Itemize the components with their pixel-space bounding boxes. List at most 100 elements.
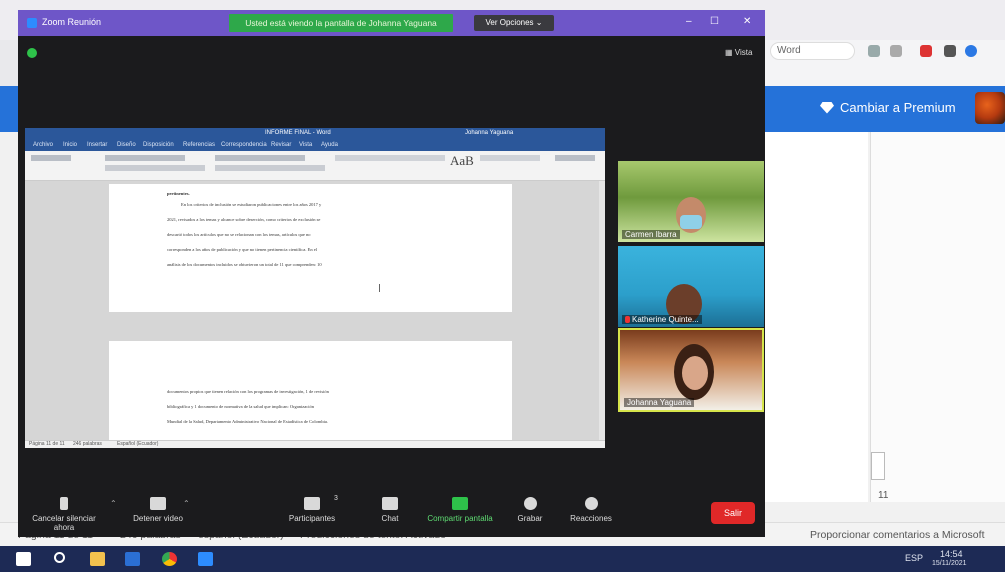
chat-button[interactable]: Chat [375, 497, 405, 523]
word-status-bar: Página 11 de 11 246 palabras Español (Ec… [25, 440, 605, 448]
muted-mic-icon [625, 316, 630, 324]
participant-name: Katherine Quinte... [632, 315, 699, 324]
clipboard-group[interactable] [31, 155, 71, 161]
clock-time[interactable]: 14:54 [940, 549, 963, 559]
zoom-window: Zoom Reunión Usted está viendo la pantal… [18, 10, 765, 537]
language-indicator[interactable]: ESP [905, 553, 923, 563]
face-mask [680, 215, 702, 229]
view-label: Vista [734, 48, 753, 57]
participant-name-tag: Katherine Quinte... [622, 315, 702, 324]
record-icon [523, 497, 537, 510]
page-text: corresponden a los años de publicación y… [167, 247, 317, 252]
word-icon[interactable] [125, 552, 140, 566]
paragraph-group[interactable] [215, 155, 305, 161]
stop-video-label: Detener video [133, 514, 183, 523]
participants-count: 3 [334, 495, 338, 502]
search-icon[interactable] [54, 552, 65, 563]
share-screen-label: Compartir pantalla [427, 514, 493, 523]
word-filename: INFORME FINAL - Word [265, 130, 331, 136]
star-icon[interactable] [890, 45, 902, 57]
tab-revisar[interactable]: Revisar [271, 142, 291, 148]
font-group[interactable] [105, 155, 185, 161]
document-page-1: pertinentes. En los criterios de inclusi… [109, 184, 512, 312]
maximize-icon[interactable]: ☐ [710, 16, 719, 27]
clock-date[interactable]: 15/11/2021 [932, 560, 967, 567]
zoom-logo-icon [27, 18, 37, 28]
tab-diseno[interactable]: Diseño [117, 142, 136, 148]
word-ribbon: AaB [25, 151, 605, 181]
meeting-controls: Cancelar silenciar ahora ⌃ Detener video… [18, 493, 765, 537]
page-text: En los criterios de inclusión se estudia… [181, 202, 322, 207]
tab-correspondencia[interactable]: Correspondencia [221, 142, 267, 148]
address-bar[interactable]: Word [770, 42, 855, 60]
scroll-thumb[interactable] [871, 452, 885, 480]
puzzle-icon[interactable] [944, 45, 956, 57]
pdf-extension-icon[interactable] [920, 45, 932, 57]
encryption-shield-icon[interactable] [27, 48, 37, 58]
profile-icon[interactable] [965, 45, 977, 57]
participant-name: Carmen Ibarra [622, 230, 680, 239]
share-screen-button[interactable]: Compartir pantalla [420, 497, 500, 523]
avatar[interactable] [975, 92, 1005, 124]
word-status-language: Español (Ecuador) [117, 441, 159, 447]
tab-archivo[interactable]: Archivo [33, 142, 53, 148]
word-titlebar: INFORME FINAL - Word Johanna Yaguana [25, 128, 605, 141]
zoom-icon[interactable] [198, 552, 213, 566]
tab-inicio[interactable]: Inicio [63, 142, 77, 148]
text-cursor [379, 284, 380, 292]
page-text: pertinentes. [167, 191, 190, 196]
document-page [765, 132, 868, 502]
word-status-page: Página 11 de 11 [29, 441, 65, 447]
premium-button[interactable]: Cambiar a Premium [820, 100, 956, 115]
page-text: documentos propios que tienen relación c… [167, 389, 329, 394]
view-options-label: Ver Opciones [485, 18, 534, 27]
chat-label: Chat [381, 514, 399, 523]
share-screen-icon [452, 497, 468, 510]
tab-insertar[interactable]: Insertar [87, 142, 107, 148]
emoji-icon [584, 497, 598, 510]
file-explorer-icon[interactable] [90, 552, 105, 566]
minimize-icon[interactable]: – [686, 16, 692, 27]
unmute-button[interactable]: Cancelar silenciar ahora [24, 497, 104, 532]
document-page-2: documentos propios que tienen relación c… [109, 341, 512, 440]
windows-icon[interactable] [16, 552, 31, 566]
chat-icon [382, 497, 398, 510]
editing-group[interactable] [555, 155, 595, 161]
record-label: Grabar [517, 514, 543, 523]
page-text: análisis de los documentos incluidos se … [167, 262, 322, 267]
font-format-row[interactable] [105, 165, 205, 171]
reactions-button[interactable]: Reacciones [563, 497, 619, 523]
style-heading-sample[interactable]: AaB [450, 153, 474, 169]
screen-share-banner: Usted está viendo la pantalla de Johanna… [229, 14, 453, 32]
premium-label: Cambiar a Premium [840, 100, 956, 115]
zoom-in-icon[interactable] [868, 45, 880, 57]
participants-label: Participantes [288, 514, 336, 523]
participant-tile-active-speaker[interactable]: Johanna Yaguana [618, 328, 764, 412]
word-scrollbar[interactable] [599, 181, 605, 440]
page-text: 2021, revisados a los temas y alcance so… [167, 217, 321, 222]
feedback-link[interactable]: Proporcionar comentarios a Microsoft [810, 529, 985, 541]
microphone-icon [60, 497, 68, 510]
tab-referencias[interactable]: Referencias [183, 142, 215, 148]
tab-disposicion[interactable]: Disposición [143, 142, 174, 148]
unmute-label: Cancelar silenciar ahora [32, 514, 96, 532]
view-button[interactable]: ▦ Vista [725, 48, 752, 57]
styles-gallery[interactable] [335, 155, 445, 161]
paragraph-format-row[interactable] [215, 165, 325, 171]
chrome-icon[interactable] [162, 552, 177, 566]
participant-tile[interactable]: Carmen Ibarra [618, 161, 764, 242]
word-ribbon-tabs: Archivo Inicio Insertar Diseño Disposici… [25, 141, 605, 151]
audio-options-caret[interactable]: ⌃ [110, 499, 117, 508]
record-button[interactable]: Grabar [515, 497, 545, 523]
tab-ayuda[interactable]: Ayuda [321, 142, 338, 148]
view-options-dropdown[interactable]: Ver Opciones ⌄ [474, 15, 554, 31]
video-options-caret[interactable]: ⌃ [183, 499, 190, 508]
word-status-words: 246 palabras [73, 441, 102, 447]
close-icon[interactable]: ✕ [743, 16, 751, 27]
leave-button[interactable]: Salir [711, 502, 755, 524]
participant-face [682, 356, 708, 390]
stop-video-button[interactable]: Detener video [128, 497, 188, 523]
tab-vista[interactable]: Vista [299, 142, 312, 148]
participant-tile[interactable]: Katherine Quinte... [618, 246, 764, 327]
styles-gallery-more[interactable] [480, 155, 540, 161]
